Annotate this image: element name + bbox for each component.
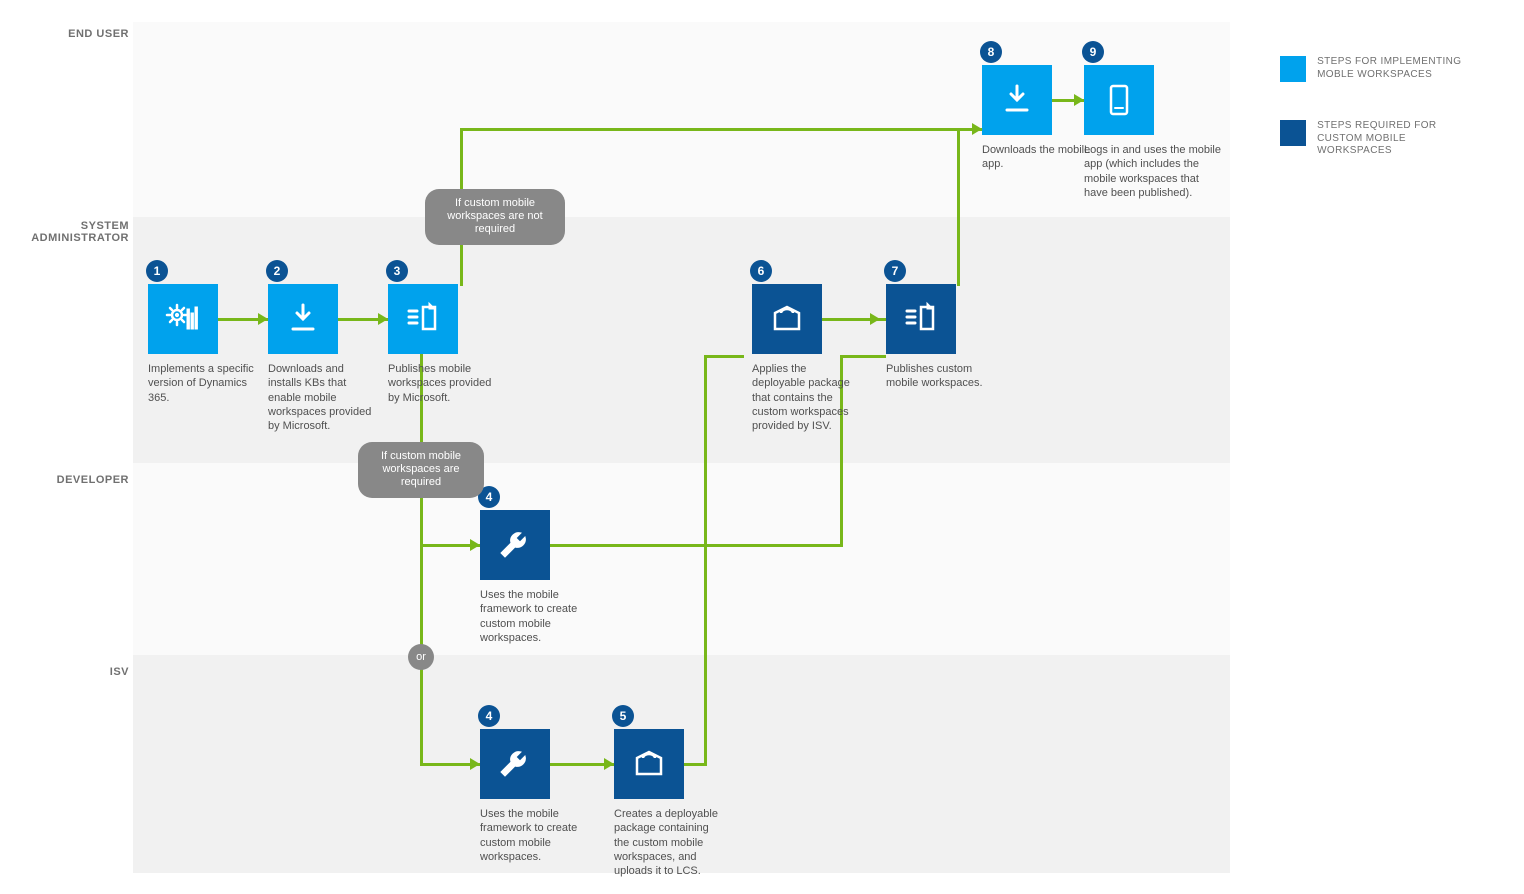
connector xyxy=(840,355,886,358)
connector xyxy=(420,353,423,766)
lane-label-developer: Developer xyxy=(9,474,129,486)
step-caption: Implements a specific version of Dynamic… xyxy=(148,362,258,405)
connector xyxy=(957,128,960,286)
step-caption: Uses the mobile framework to create cust… xyxy=(480,807,590,864)
step-caption: Downloads and installs KBs that enable m… xyxy=(268,362,378,433)
arrow-icon xyxy=(604,758,614,770)
step-number: 1 xyxy=(146,260,168,282)
step-caption: Uses the mobile framework to create cust… xyxy=(480,588,590,645)
lane-label-end-user: END USER xyxy=(9,28,129,40)
step-5: 5 Creates a deployable package containin… xyxy=(614,729,684,878)
lane-end-user xyxy=(133,22,1230,217)
legend-label: STEPS REQUIRED FOR CUSTOM MOBILE WORKSPA… xyxy=(1317,120,1477,158)
step-2: 2 Downloads and installs KBs that enable… xyxy=(268,284,338,433)
step-1: 1 Implements a specific version of Dynam… xyxy=(148,284,218,405)
step-number: 8 xyxy=(980,41,1002,63)
publish-icon xyxy=(886,284,956,354)
step-7: 7 Publishes custom mobile workspaces. xyxy=(886,284,956,391)
condition-required: If custom mobile workspaces are required xyxy=(358,442,484,498)
step-4-developer: 4 Uses the mobile framework to create cu… xyxy=(480,510,550,645)
condition-not-required: If custom mobile workspaces are not requ… xyxy=(425,189,565,245)
legend-item-implement: STEPS FOR IMPLEMENTING MOBLE WORKSPACES xyxy=(1280,56,1477,82)
connector xyxy=(704,355,744,358)
step-caption: Publishes mobile workspaces provided by … xyxy=(388,362,498,405)
step-3: 3 Publishes mobile workspaces provided b… xyxy=(388,284,458,405)
package-icon xyxy=(752,284,822,354)
package-icon xyxy=(614,729,684,799)
step-caption: Applies the deployable package that cont… xyxy=(752,362,862,433)
connector xyxy=(460,128,990,131)
wrench-icon xyxy=(480,510,550,580)
step-6: 6 Applies the deployable package that co… xyxy=(752,284,822,433)
step-4-isv: 4 Uses the mobile framework to create cu… xyxy=(480,729,550,864)
arrow-icon xyxy=(378,313,388,325)
download-icon xyxy=(268,284,338,354)
step-number: 2 xyxy=(266,260,288,282)
or-junction: or xyxy=(408,644,434,670)
arrow-icon xyxy=(870,313,880,325)
download-icon xyxy=(982,65,1052,135)
connector xyxy=(704,355,707,766)
step-caption: Logs in and uses the mobile app (which i… xyxy=(1084,143,1224,200)
step-number: 5 xyxy=(612,705,634,727)
gears-bar-icon xyxy=(148,284,218,354)
step-number: 3 xyxy=(386,260,408,282)
legend-item-custom: STEPS REQUIRED FOR CUSTOM MOBILE WORKSPA… xyxy=(1280,120,1477,158)
arrow-icon xyxy=(972,123,982,135)
step-number: 9 xyxy=(1082,41,1104,63)
lane-label-isv: ISV xyxy=(9,666,129,678)
phone-icon xyxy=(1084,65,1154,135)
arrow-icon xyxy=(470,758,480,770)
legend-label: STEPS FOR IMPLEMENTING MOBLE WORKSPACES xyxy=(1317,56,1477,81)
arrow-icon xyxy=(470,539,480,551)
wrench-icon xyxy=(480,729,550,799)
step-8: 8 Downloads the mobile app. xyxy=(982,65,1052,172)
arrow-icon xyxy=(1074,94,1084,106)
legend-swatch xyxy=(1280,120,1306,146)
step-number: 7 xyxy=(884,260,906,282)
step-number: 4 xyxy=(478,705,500,727)
connector xyxy=(684,763,706,766)
step-caption: Publishes custom mobile workspaces. xyxy=(886,362,996,391)
lane-developer xyxy=(133,463,1230,655)
step-number: 6 xyxy=(750,260,772,282)
arrow-icon xyxy=(258,313,268,325)
step-caption: Creates a deployable package containing … xyxy=(614,807,724,878)
step-9: 9 Logs in and uses the mobile app (which… xyxy=(1084,65,1154,200)
connector xyxy=(550,544,842,547)
step-caption: Downloads the mobile app. xyxy=(982,143,1092,172)
lane-label-sys-admin: SYSTEM ADMINISTRATOR xyxy=(9,220,129,244)
publish-icon xyxy=(388,284,458,354)
legend-swatch xyxy=(1280,56,1306,82)
